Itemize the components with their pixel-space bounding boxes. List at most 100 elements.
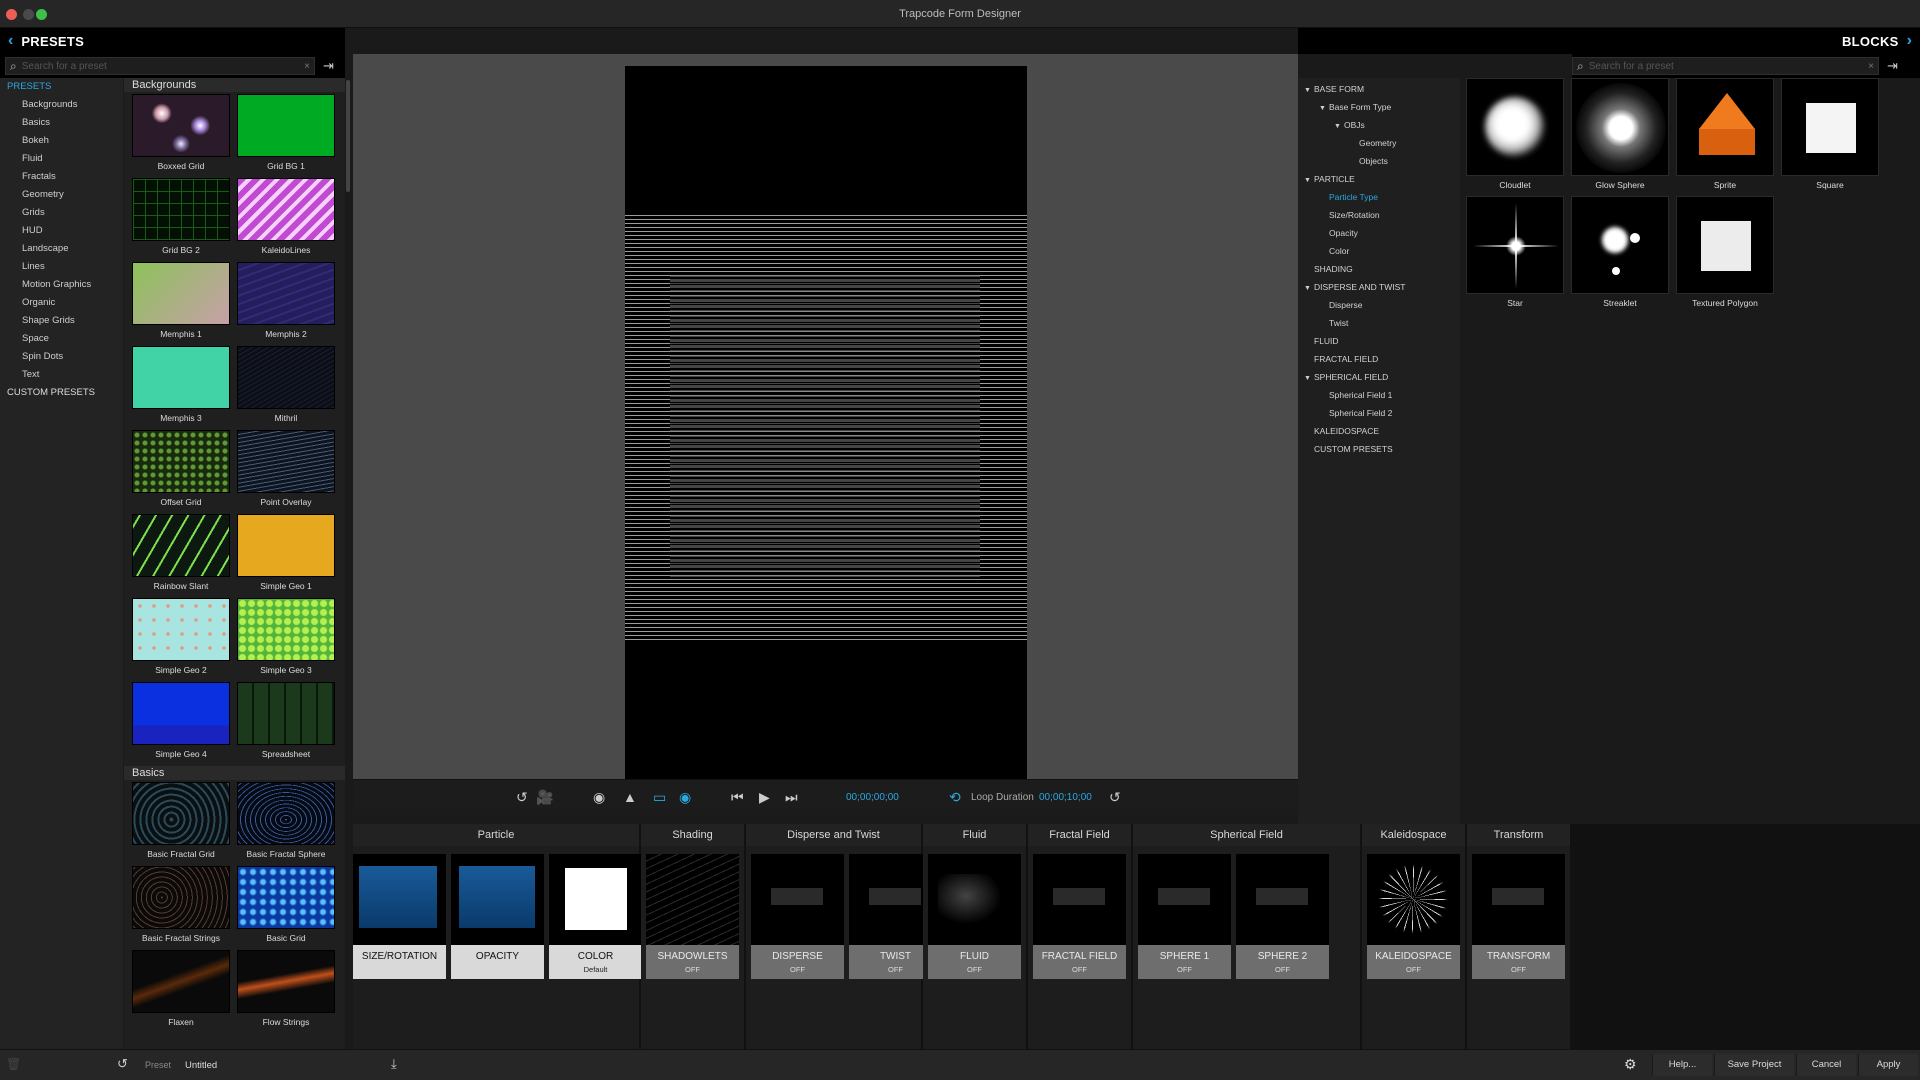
preset-tile[interactable]: Spreadsheet [237,682,335,766]
preset-thumbnail[interactable] [132,782,230,845]
preset-thumbnail[interactable] [132,430,230,493]
camera-icon[interactable]: 🎥 [536,789,553,806]
module-thumbnail[interactable] [549,854,642,945]
nav-item[interactable]: Grids [0,204,123,222]
tree-node[interactable]: Spherical Field 1 [1298,386,1460,404]
tree-node[interactable]: ▼ DISPERSE AND TWIST [1298,278,1460,296]
collapse-blocks-chevron-icon[interactable]: › [1899,32,1920,50]
preset-tile[interactable]: Offset Grid [132,430,230,514]
preset-tile[interactable]: Simple Geo 4 [132,682,230,766]
preset-tile[interactable]: Boxxed Grid [132,94,230,178]
module-toggle[interactable]: SPHERE 1 OFF [1138,945,1231,979]
preset-tile[interactable]: Memphis 3 [132,346,230,430]
module-card[interactable]: FRACTAL FIELD OFF [1033,854,1126,979]
module-card[interactable]: SIZE/ROTATION [353,854,446,979]
expand-triangle-icon[interactable]: ▼ [1304,280,1314,298]
module-thumbnail[interactable] [1472,854,1565,945]
help-button[interactable]: Help... [1652,1054,1712,1076]
tree-node[interactable]: ▼ BASE FORM [1298,80,1460,98]
preset-thumbnail[interactable] [237,514,335,577]
block-thumbnail[interactable] [1466,196,1564,294]
settings-gear-icon[interactable]: ⚙ [1624,1056,1637,1073]
module-toggle[interactable]: FLUID OFF [928,945,1021,979]
module-toggle[interactable]: SPHERE 2 OFF [1236,945,1329,979]
tree-node[interactable]: KALEIDOSPACE [1298,422,1460,440]
reset-preset-icon[interactable]: ↺ [117,1056,128,1072]
nav-item[interactable]: Shape Grids [0,312,123,330]
preset-thumbnail[interactable] [237,950,335,1013]
reset-loop-icon[interactable]: ↺ [1109,789,1121,806]
block-thumbnail[interactable] [1781,78,1879,176]
motion-blur-icon[interactable]: ◉ [593,789,605,806]
preset-tile[interactable]: Point Overlay [237,430,335,514]
blocks-search-input[interactable]: ⌕ Search for a preset × [1572,57,1879,75]
nav-presets[interactable]: PRESETS [0,78,123,96]
tree-node[interactable]: ▼ Base Form Type [1298,98,1460,116]
expand-triangle-icon[interactable]: ▼ [1304,370,1314,388]
preview-canvas[interactable] [625,66,1027,779]
preset-tile[interactable]: Grid BG 1 [237,94,335,178]
tree-node[interactable]: Color [1298,242,1460,260]
module-thumbnail[interactable] [1138,854,1231,945]
tree-node[interactable]: Disperse [1298,296,1460,314]
preset-thumbnail[interactable] [237,782,335,845]
perspective-icon[interactable]: ▲ [623,789,637,805]
module-card[interactable]: SPHERE 1 OFF [1138,854,1231,979]
module-toggle[interactable]: OPACITY [451,945,544,979]
loop-icon[interactable]: ⟲ [949,789,961,806]
block-tile[interactable]: Streaklet [1571,196,1669,308]
module-thumbnail[interactable] [928,854,1021,945]
module-card[interactable]: SPHERE 2 OFF [1236,854,1329,979]
import-block-icon[interactable]: ⇥ [1887,58,1898,74]
block-thumbnail[interactable] [1571,78,1669,176]
clear-search-icon[interactable]: × [304,61,310,72]
module-card[interactable]: OPACITY [451,854,544,979]
block-tile[interactable]: Cloudlet [1466,78,1564,190]
preset-grid-scrollbar[interactable] [345,78,351,1049]
preset-thumbnail[interactable] [237,178,335,241]
collapse-presets-chevron-icon[interactable]: ‹ [0,32,21,50]
module-thumbnail[interactable] [1236,854,1329,945]
block-tile[interactable]: Star [1466,196,1564,308]
block-thumbnail[interactable] [1676,78,1774,176]
skip-to-start-icon[interactable]: ⏮ [731,789,744,806]
preset-tile[interactable]: Rainbow Slant [132,514,230,598]
preset-tile[interactable]: Mithril [237,346,335,430]
preset-tile[interactable]: Flow Strings [237,950,335,1034]
play-icon[interactable]: ▶ [759,789,770,806]
module-toggle[interactable]: KALEIDOSPACE OFF [1367,945,1460,979]
expand-triangle-icon[interactable]: ▼ [1304,172,1314,190]
expand-triangle-icon[interactable]: ▼ [1304,82,1314,100]
module-card[interactable]: SHADOWLETS OFF [646,854,739,979]
tree-node[interactable]: Size/Rotation [1298,206,1460,224]
preset-thumbnail[interactable] [132,262,230,325]
tree-node[interactable]: Particle Type [1298,188,1460,206]
block-tile[interactable]: Sprite [1676,78,1774,190]
presets-search-input[interactable]: ⌕ Search for a preset × [5,57,315,75]
nav-item[interactable]: Backgrounds [0,96,123,114]
section-header[interactable]: Backgrounds [124,78,345,92]
nav-item[interactable]: Motion Graphics [0,276,123,294]
nav-item[interactable]: Fluid [0,150,123,168]
preset-thumbnail[interactable] [237,866,335,929]
nav-item[interactable]: HUD [0,222,123,240]
clear-search-icon[interactable]: × [1868,61,1874,72]
preset-tile[interactable]: KaleidoLines [237,178,335,262]
module-card[interactable]: FLUID OFF [928,854,1021,979]
block-thumbnail[interactable] [1466,78,1564,176]
module-toggle[interactable]: COLOR Default [549,945,642,979]
module-thumbnail[interactable] [353,854,446,945]
preset-thumbnail[interactable] [237,94,335,157]
scrollbar-thumb[interactable] [346,80,350,192]
trash-icon[interactable]: 🗑 [6,1057,21,1071]
nav-custom-presets[interactable]: CUSTOM PRESETS [0,384,123,402]
preset-thumbnail[interactable] [132,866,230,929]
expand-triangle-icon[interactable]: ▼ [1334,118,1344,136]
preset-thumbnail[interactable] [132,950,230,1013]
nav-item[interactable]: Text [0,366,123,384]
tree-node[interactable]: Objects [1298,152,1460,170]
module-thumbnail[interactable] [1033,854,1126,945]
block-thumbnail[interactable] [1571,196,1669,294]
module-toggle[interactable]: FRACTAL FIELD OFF [1033,945,1126,979]
frame-icon[interactable]: ▭ [653,789,666,806]
